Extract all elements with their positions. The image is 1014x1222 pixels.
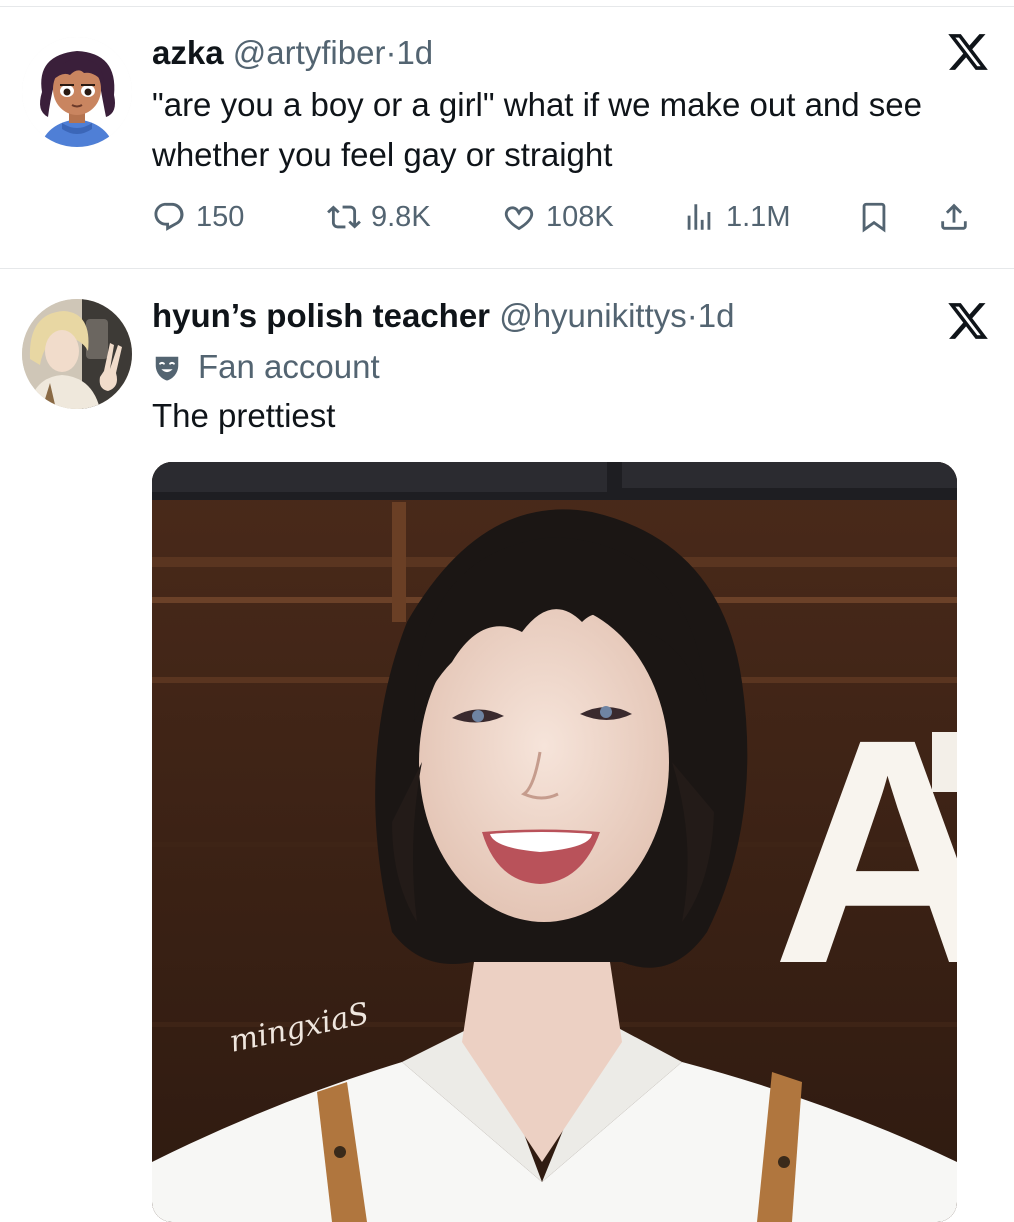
tweet-text: "are you a boy or a girl" what if we mak… <box>152 86 923 173</box>
x-logo-icon[interactable] <box>946 30 990 74</box>
retweet-button[interactable]: 9.8K <box>327 194 431 240</box>
tweet-text: The prettiest <box>152 397 336 434</box>
reply-count: 150 <box>196 200 245 233</box>
retweet-arrows-icon <box>327 205 361 229</box>
upload-share-icon <box>941 203 967 230</box>
separator-dot: · <box>385 34 397 71</box>
avatar[interactable] <box>22 37 132 147</box>
tweet-photo[interactable]: A mingxiaS <box>152 462 957 1222</box>
x-logo-icon[interactable] <box>946 299 990 343</box>
share-button[interactable] <box>937 194 971 240</box>
avatar[interactable] <box>22 299 132 409</box>
views-button[interactable]: 1.1M <box>682 194 790 240</box>
speech-bubble-icon <box>154 202 184 231</box>
fan-account-text: Fan account <box>198 348 380 385</box>
timestamp[interactable]: 1d <box>698 297 735 334</box>
views-count: 1.1M <box>726 200 791 233</box>
theater-mask-icon <box>155 356 179 381</box>
handle[interactable]: @artyfiber <box>233 34 386 71</box>
like-count: 108K <box>546 200 614 233</box>
bar-chart-icon <box>687 204 711 230</box>
display-name[interactable]: azka <box>152 34 224 71</box>
tweet-azka[interactable]: azka @artyfiber·1d "are you a boy or a g… <box>0 0 1014 268</box>
handle[interactable]: @hyunikittys <box>499 297 687 334</box>
bookmark-button[interactable] <box>857 194 891 240</box>
sign-letter: A <box>772 672 957 1030</box>
tweet-header: hyun’s polish teacher @hyunikittys·1d <box>152 296 734 336</box>
fan-account-label[interactable]: Fan account <box>152 345 380 389</box>
separator-dot: · <box>686 297 698 334</box>
timestamp[interactable]: 1d <box>396 34 433 71</box>
like-button[interactable]: 108K <box>502 194 614 240</box>
retweet-count: 9.8K <box>371 200 431 233</box>
reply-button[interactable]: 150 <box>152 194 244 240</box>
display-name[interactable]: hyun’s polish teacher <box>152 297 490 334</box>
tweet-hyun-polish-teacher[interactable]: hyun’s polish teacher @hyunikittys·1d Fa… <box>0 269 1014 1222</box>
action-bar: 150 9.8K 108K 1.1M <box>152 194 997 240</box>
bookmark-icon <box>862 202 886 233</box>
heart-icon <box>504 206 534 231</box>
tweet-header: azka @artyfiber·1d <box>152 33 433 73</box>
